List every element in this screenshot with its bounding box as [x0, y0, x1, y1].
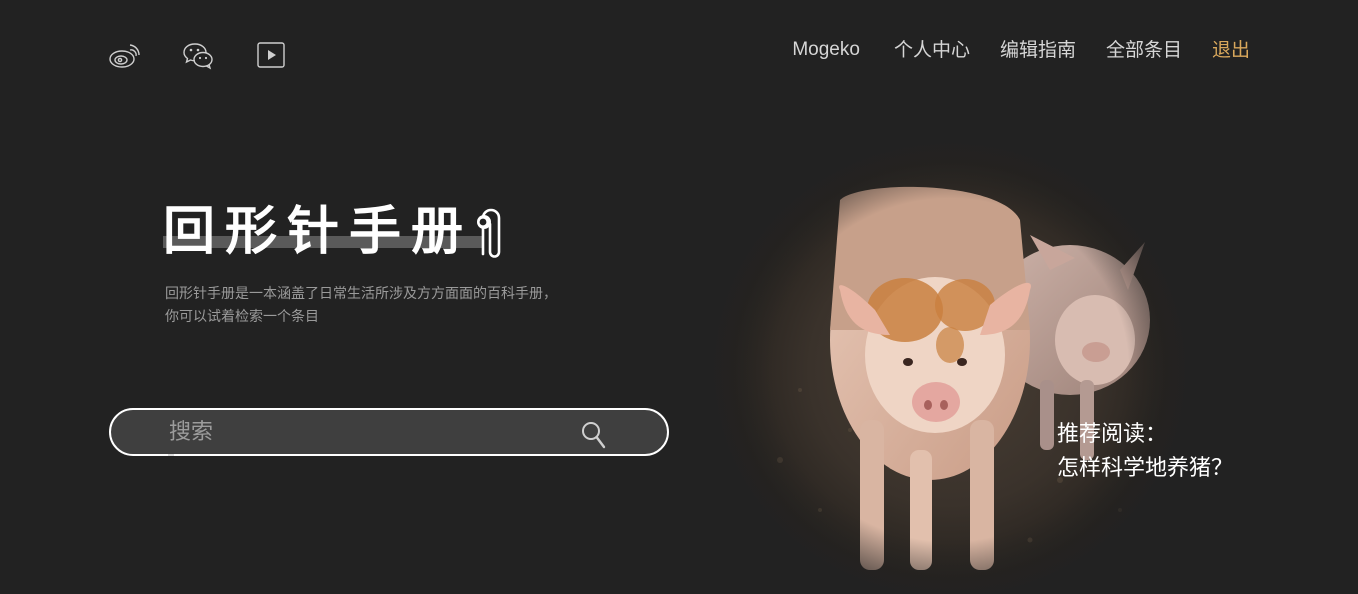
hero-pig-image	[700, 130, 1200, 594]
search-input[interactable]	[169, 416, 569, 448]
recommend-label: 推荐阅读：	[1057, 422, 1168, 447]
social-icons	[108, 40, 285, 70]
nav-logout-link[interactable]: 退出	[1212, 38, 1250, 62]
site-logo: 回形针手册	[163, 200, 508, 268]
nav-item-profile[interactable]: 个人中心	[894, 38, 970, 62]
recommend-reading: 推荐阅读： 怎样科学地养猪？	[1057, 418, 1233, 486]
paperclip-eye-icon	[477, 208, 501, 258]
description-line: 你可以试着检索一个条目	[165, 309, 319, 325]
logo-title: 回形针手册	[163, 202, 474, 262]
weibo-icon[interactable]	[108, 40, 140, 70]
site-description: 回形针手册是一本涵盖了日常生活所涉及方方面面的百科手册， 你可以试着检索一个条目	[165, 283, 635, 329]
wechat-icon[interactable]	[182, 40, 214, 70]
search-box	[109, 408, 669, 456]
top-nav: Mogeko 个人中心 编辑指南 全部条目 退出	[762, 38, 1250, 62]
video-play-icon[interactable]	[257, 42, 285, 68]
nav-item-all-entries[interactable]: 全部条目	[1106, 38, 1182, 62]
text-caret	[168, 454, 174, 456]
description-line: 回形针手册是一本涵盖了日常生活所涉及方方面面的百科手册，	[165, 286, 557, 302]
recommend-article-link[interactable]: 怎样科学地养猪？	[1057, 452, 1233, 486]
nav-user-link[interactable]: Mogeko	[792, 38, 860, 62]
nav-item-edit-guide[interactable]: 编辑指南	[1000, 38, 1076, 62]
search-icon[interactable]	[581, 421, 607, 449]
